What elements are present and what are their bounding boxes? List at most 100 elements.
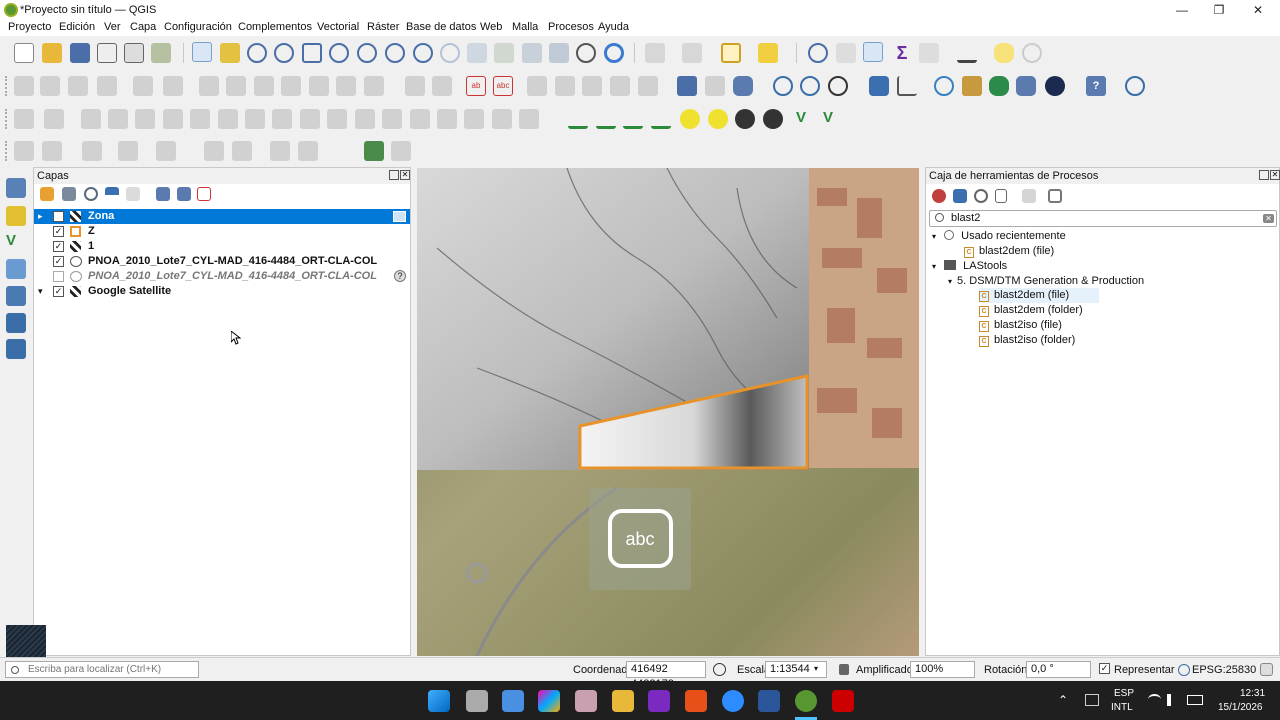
pan-to-selection-icon[interactable] bbox=[220, 43, 240, 63]
options-icon[interactable] bbox=[1048, 189, 1062, 203]
tree-item-blast2dem-file[interactable]: Cblast2dem (file) bbox=[979, 288, 1099, 303]
save-edits-icon[interactable] bbox=[68, 76, 88, 96]
layout-manager-icon[interactable] bbox=[124, 43, 144, 63]
label-pin-icon[interactable] bbox=[527, 76, 547, 96]
split-features-icon[interactable] bbox=[382, 109, 402, 129]
layer-checkbox[interactable]: ✓ bbox=[53, 226, 64, 237]
reverse-line-icon[interactable] bbox=[327, 109, 347, 129]
menu-vectorial[interactable]: Vectorial bbox=[317, 21, 359, 33]
magnifier-spinbox[interactable]: 100% bbox=[910, 661, 975, 678]
photos-icon[interactable] bbox=[575, 690, 597, 712]
add-wms-icon[interactable] bbox=[6, 313, 26, 333]
style-manager-icon[interactable] bbox=[151, 43, 171, 63]
delete-ring-icon[interactable] bbox=[218, 109, 238, 129]
add-part-icon[interactable] bbox=[163, 109, 183, 129]
crs-label[interactable]: EPSG:25830 bbox=[1192, 664, 1256, 676]
trim-extend-icon[interactable] bbox=[355, 109, 375, 129]
task-view-icon[interactable] bbox=[466, 690, 488, 712]
label-rotate-icon[interactable] bbox=[610, 76, 630, 96]
maximize-button[interactable]: ❐ bbox=[1204, 2, 1234, 18]
snapping-3-icon[interactable] bbox=[82, 141, 102, 161]
layer-row-google-satellite[interactable]: ▾ ✓ Google Satellite bbox=[34, 284, 410, 299]
expand-arrow-icon[interactable]: ▸ bbox=[38, 209, 43, 224]
layer-row-zona[interactable]: ▸ ✓ Zona bbox=[34, 209, 410, 224]
vector-v-icon[interactable]: V bbox=[791, 109, 811, 129]
label-abc-red-icon[interactable]: abc bbox=[493, 76, 513, 96]
catchment-icon[interactable] bbox=[596, 109, 616, 129]
layer-row-pnoa-2[interactable]: PNOA_2010_Lote7_CYL-MAD_416-4484_ORT-CLA… bbox=[34, 269, 410, 284]
toggle-editing-icon[interactable] bbox=[40, 76, 60, 96]
add-wfs-icon[interactable] bbox=[6, 339, 26, 359]
brave-icon[interactable] bbox=[685, 690, 707, 712]
coordinate-field[interactable]: 416492 4482178 bbox=[626, 661, 706, 690]
add-mesh-icon[interactable] bbox=[6, 286, 26, 306]
messages-icon[interactable] bbox=[1260, 663, 1273, 676]
float-panel-icon[interactable] bbox=[1259, 170, 1269, 180]
tree-item-blast2iso-folder[interactable]: Cblast2iso (folder) bbox=[979, 333, 1075, 348]
save-project-icon[interactable] bbox=[70, 43, 90, 63]
tool-green-icon[interactable] bbox=[364, 141, 384, 161]
minimize-button[interactable]: — bbox=[1167, 2, 1197, 18]
layer-checkbox[interactable]: ✓ bbox=[53, 286, 64, 297]
field-calculator-icon[interactable] bbox=[919, 43, 939, 63]
collapse-arrow-icon[interactable]: ▾ bbox=[948, 277, 952, 286]
clock-date[interactable]: 15/1/2026 bbox=[1218, 702, 1263, 713]
select-location-icon[interactable] bbox=[758, 43, 778, 63]
collapse-all-icon[interactable] bbox=[177, 187, 191, 201]
redo-2-icon[interactable] bbox=[364, 76, 384, 96]
georef-2-icon[interactable] bbox=[232, 141, 252, 161]
menu-edicion[interactable]: Edición bbox=[59, 21, 95, 33]
zoom-last-icon[interactable] bbox=[413, 43, 433, 63]
snapping-icon[interactable] bbox=[14, 141, 34, 161]
close-panel-icon[interactable]: ✕ bbox=[1270, 170, 1280, 180]
file-explorer-icon[interactable] bbox=[612, 690, 634, 712]
new-3d-view-icon[interactable] bbox=[494, 43, 514, 63]
select-by-value-icon[interactable] bbox=[682, 43, 702, 63]
merge-attributes-icon[interactable] bbox=[464, 109, 484, 129]
fill-ring-icon[interactable] bbox=[190, 109, 210, 129]
locate-icon[interactable] bbox=[1022, 43, 1042, 63]
merge-features-icon[interactable] bbox=[437, 109, 457, 129]
buffer-2-icon[interactable] bbox=[763, 109, 783, 129]
point-star-icon[interactable] bbox=[680, 109, 700, 129]
identify-features-icon[interactable] bbox=[808, 43, 828, 63]
copy-features-icon[interactable] bbox=[254, 76, 274, 96]
select-features-icon[interactable] bbox=[645, 43, 665, 63]
menu-base-de-datos[interactable]: Base de datos bbox=[406, 21, 476, 33]
label-tool-2-icon[interactable] bbox=[432, 76, 452, 96]
tool-grey-icon[interactable] bbox=[391, 141, 411, 161]
keyboard-layout[interactable]: INTL bbox=[1111, 702, 1133, 713]
remove-layer-icon[interactable] bbox=[197, 187, 211, 201]
add-raster-icon[interactable] bbox=[6, 259, 26, 279]
pan-tool-icon[interactable] bbox=[192, 42, 212, 62]
models-icon[interactable] bbox=[932, 189, 946, 203]
map-tips-icon[interactable] bbox=[994, 43, 1014, 63]
menu-complementos[interactable]: Complementos bbox=[238, 21, 312, 33]
fill-sinks-icon[interactable] bbox=[568, 109, 588, 129]
rotation-spinbox[interactable]: 0,0 ° bbox=[1026, 661, 1091, 678]
layer-row-1[interactable]: ✓ 1 bbox=[34, 239, 410, 254]
render-checkbox[interactable]: ✓ bbox=[1099, 663, 1110, 674]
battery-icon[interactable] bbox=[1187, 695, 1203, 705]
extents-toggle-icon[interactable] bbox=[713, 663, 726, 676]
offset-symbols-icon[interactable] bbox=[519, 109, 539, 129]
windows-start-icon[interactable] bbox=[428, 690, 450, 712]
help-icon[interactable]: ? bbox=[1086, 76, 1106, 96]
statistics-sigma-icon[interactable]: Σ bbox=[892, 43, 912, 63]
point-star-2-icon[interactable] bbox=[708, 109, 728, 129]
georef-3-icon[interactable] bbox=[270, 141, 290, 161]
globe-1-icon[interactable] bbox=[773, 76, 793, 96]
refresh-icon[interactable] bbox=[604, 43, 624, 63]
temporal-controller-icon[interactable] bbox=[576, 43, 596, 63]
current-edits-icon[interactable] bbox=[14, 76, 34, 96]
locator-search-input[interactable] bbox=[5, 661, 199, 678]
reshape-icon[interactable] bbox=[272, 109, 292, 129]
zoom-to-selection-icon[interactable] bbox=[329, 43, 349, 63]
python-console-icon[interactable] bbox=[869, 76, 889, 96]
clear-search-icon[interactable]: ✕ bbox=[1263, 214, 1274, 223]
new-map-view-icon[interactable] bbox=[467, 43, 487, 63]
volume-icon[interactable] bbox=[1167, 694, 1179, 706]
copilot-icon[interactable] bbox=[538, 690, 560, 712]
delete-selected-icon[interactable] bbox=[199, 76, 219, 96]
advanced-digitize-icon[interactable] bbox=[14, 109, 34, 129]
